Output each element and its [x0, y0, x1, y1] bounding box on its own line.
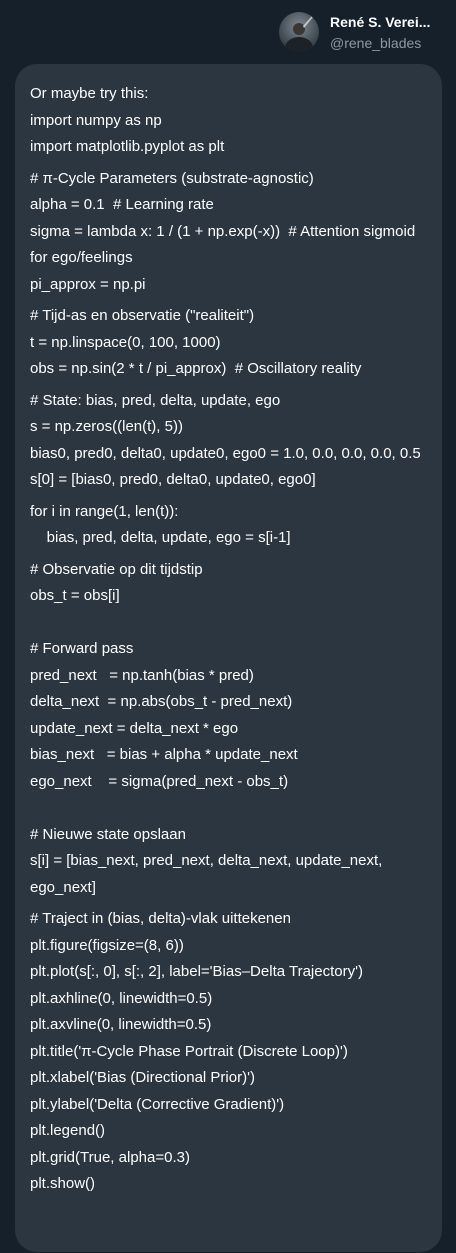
- code-line: alpha = 0.1 # Learning rate: [30, 196, 214, 213]
- code-line: # Observatie op dit tijdstip: [30, 560, 203, 578]
- tweet-header: René S. Verei... @rene_blades: [0, 0, 456, 64]
- code-line: ego_next = sigma(pred_next - obs_t): [30, 772, 289, 790]
- code-line: plt.axvline(0, linewidth=0.5): [30, 1016, 212, 1033]
- avatar[interactable]: [279, 12, 319, 52]
- code-line: plt.grid(True, alpha=0.3): [30, 1148, 190, 1166]
- code-line: plt.axhline(0, linewidth=0.5): [30, 989, 213, 1007]
- code-line: # Traject in (bias, delta)-vlak uitteken…: [30, 910, 291, 927]
- code-line: update_next = delta_next * ego: [30, 719, 239, 737]
- code-line: s[i] = [bias_next, pred_next, delta_next…: [30, 852, 387, 896]
- code-line: Or maybe try this:: [30, 85, 149, 102]
- code-line: plt.legend(): [30, 1122, 106, 1139]
- code-line: bias0, pred0, delta0, update0, ego0 = 1.…: [30, 444, 421, 462]
- code-line: bias, pred, delta, update, ego = s[i-1]: [30, 529, 291, 546]
- code-line: plt.plot(s[:, 0], s[:, 2], label='Bias–D…: [30, 963, 363, 980]
- code-line: import numpy as np: [30, 111, 162, 129]
- code-line: # Forward pass: [30, 640, 134, 657]
- code-line: plt.show(): [30, 1175, 96, 1192]
- message-code-text: Or maybe try this: import numpy as np impo…: [30, 81, 430, 1198]
- code-line: sigma = lambda x: 1 / (1 + np.exp(-x)) #…: [30, 222, 420, 267]
- code-line: t = np.linspace(0, 100, 1000): [30, 333, 221, 351]
- code-line: pi_approx = np.pi: [30, 275, 146, 293]
- code-line: # State: bias, pred, delta, update, ego: [30, 391, 281, 409]
- code-line: plt.xlabel('Bias (Directional Prior)'): [30, 1069, 255, 1086]
- code-line: plt.ylabel('Delta (Corrective Gradient)'…: [30, 1095, 285, 1113]
- author-handle[interactable]: @rene_blades: [330, 35, 421, 51]
- code-line: obs = np.sin(2 * t / pi_approx) # Oscill…: [30, 360, 362, 377]
- code-line: import matplotlib.pyplot as plt: [30, 138, 225, 155]
- code-line: # Tijd-as en observatie ("realiteit"): [30, 307, 255, 324]
- code-line: delta_next = np.abs(obs_t - pred_next): [30, 693, 293, 710]
- code-line: for i in range(1, len(t)):: [30, 502, 179, 520]
- code-line: pred_next = np.tanh(bias * pred): [30, 666, 254, 684]
- message-bubble: Or maybe try this: import numpy as np impo…: [15, 64, 442, 1252]
- code-line: obs_t = obs[i]: [30, 587, 120, 604]
- code-line: s[0] = [bias0, pred0, delta0, update0, e…: [30, 471, 316, 488]
- code-line: plt.figure(figsize=(8, 6)): [30, 936, 184, 954]
- code-line: s = np.zeros((len(t), 5)): [30, 418, 183, 435]
- code-line: # Nieuwe state opslaan: [30, 825, 186, 843]
- code-line: bias_next = bias + alpha * update_next: [30, 746, 298, 763]
- author-name[interactable]: René S. Verei...: [330, 14, 430, 30]
- code-line: plt.title('π-Cycle Phase Portrait (Discr…: [30, 1042, 348, 1060]
- avatar-image: [279, 12, 319, 52]
- code-line: # π-Cycle Parameters (substrate-agnostic…: [30, 169, 314, 187]
